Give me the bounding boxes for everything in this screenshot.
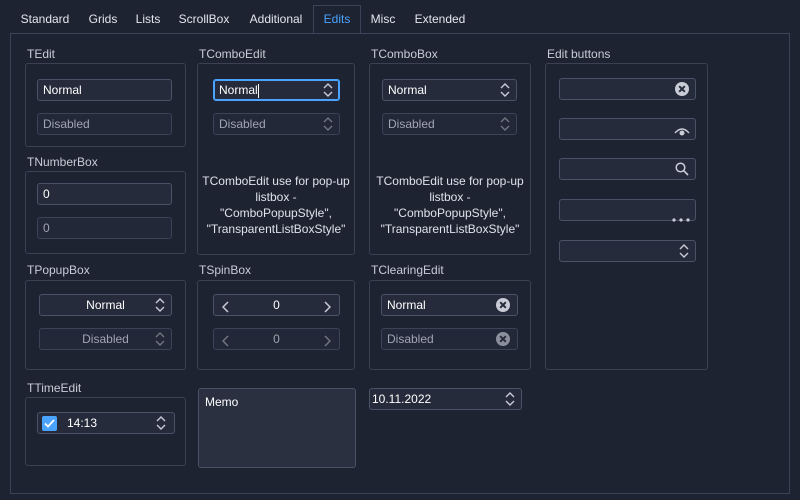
tab-scrollbox[interactable]: ScrollBox bbox=[170, 6, 238, 33]
comboedit-disabled-value: Disabled bbox=[219, 117, 266, 131]
combobox-disabled: Disabled bbox=[382, 113, 517, 135]
tedit-normal-input[interactable]: Normal bbox=[37, 79, 172, 101]
updown-icon[interactable] bbox=[323, 83, 333, 97]
updown-icon bbox=[323, 117, 333, 131]
clearingedit-normal-input[interactable]: Normal bbox=[381, 294, 518, 316]
combobox-normal[interactable]: Normal bbox=[382, 79, 517, 101]
password-eye-icon[interactable] bbox=[674, 123, 690, 143]
search-icon[interactable] bbox=[675, 162, 689, 182]
tedit-disabled-input: Disabled bbox=[37, 113, 172, 135]
hint-line: listbox - bbox=[255, 190, 297, 204]
clear-icon[interactable] bbox=[675, 82, 689, 96]
hint-line: listbox - bbox=[429, 190, 471, 204]
tcomboedit-label: TComboEdit bbox=[199, 47, 266, 61]
clearingedit-disabled-input: Disabled bbox=[381, 328, 518, 350]
clear-icon bbox=[496, 332, 510, 346]
memo[interactable]: Memo bbox=[198, 388, 356, 468]
hint-line: "ComboPopupStyle", bbox=[220, 206, 332, 220]
checkbox-check-icon[interactable] bbox=[42, 416, 57, 431]
updown-icon[interactable] bbox=[505, 392, 515, 406]
timeedit-input[interactable]: 14:13 bbox=[37, 412, 175, 434]
comboedit-normal-value: Normal bbox=[219, 83, 258, 97]
hint-line: TComboEdit use for pop-up bbox=[376, 174, 524, 188]
edit-with-clear-button[interactable] bbox=[559, 78, 696, 100]
chevron-right-icon bbox=[323, 333, 332, 353]
spinbox-value: 0 bbox=[273, 298, 280, 312]
tab-edits[interactable]: Edits bbox=[313, 5, 361, 34]
combobox-disabled-value: Disabled bbox=[388, 117, 435, 131]
clear-icon[interactable] bbox=[496, 298, 510, 312]
tspinbox-label: TSpinBox bbox=[199, 263, 252, 277]
popupbox-disabled: Disabled bbox=[39, 328, 172, 350]
updown-icon bbox=[500, 117, 510, 131]
comboedit-hint: TComboEdit use for pop-up listbox - "Com… bbox=[198, 173, 354, 237]
hint-line: TComboEdit use for pop-up bbox=[202, 174, 350, 188]
numberbox-disabled-input: 0 bbox=[37, 217, 172, 239]
tab-bar: Standard Grids Lists ScrollBox Additiona… bbox=[0, 0, 800, 34]
ttimeedit-label: TTimeEdit bbox=[27, 381, 82, 395]
comboedit-normal-input[interactable]: Normal bbox=[213, 79, 340, 101]
updown-icon[interactable] bbox=[156, 416, 166, 430]
popupbox-normal[interactable]: Normal bbox=[39, 294, 172, 316]
tclearingedit-label: TClearingEdit bbox=[371, 263, 444, 277]
date-edit[interactable]: 10.11.2022 bbox=[369, 388, 522, 410]
popupbox-normal-label: Normal bbox=[86, 298, 125, 312]
combobox-hint: TComboEdit use for pop-up listbox - "Com… bbox=[370, 173, 530, 237]
tcombobox-label: TComboBox bbox=[371, 47, 438, 61]
tedit-label: TEdit bbox=[27, 47, 56, 61]
comboedit-disabled-input: Disabled bbox=[213, 113, 340, 135]
tab-grids[interactable]: Grids bbox=[80, 6, 126, 33]
combobox-normal-value: Normal bbox=[388, 83, 427, 97]
hint-line: "ComboPopupStyle", bbox=[394, 206, 506, 220]
tab-additional[interactable]: Additional bbox=[240, 6, 312, 33]
editbuttons-label: Edit buttons bbox=[547, 47, 611, 61]
clearingedit-disabled-value: Disabled bbox=[387, 332, 434, 346]
popupbox-disabled-label: Disabled bbox=[82, 332, 129, 346]
edit-with-updown-button[interactable] bbox=[559, 240, 696, 262]
edit-with-ellipsis-button[interactable] bbox=[559, 199, 696, 222]
tnumberbox-label: TNumberBox bbox=[27, 155, 98, 169]
tpopupbox-label: TPopupBox bbox=[27, 263, 90, 277]
chevron-left-icon bbox=[221, 333, 230, 353]
hint-line: "TransparentListBoxStyle" bbox=[206, 222, 346, 236]
ellipsis-icon[interactable] bbox=[672, 208, 690, 228]
hint-line: "TransparentListBoxStyle" bbox=[380, 222, 520, 236]
timeedit-value: 14:13 bbox=[67, 416, 98, 430]
tab-lists[interactable]: Lists bbox=[128, 6, 168, 33]
clearingedit-normal-value: Normal bbox=[387, 298, 426, 312]
tab-misc[interactable]: Misc bbox=[363, 6, 403, 33]
tab-extended[interactable]: Extended bbox=[405, 6, 475, 33]
updown-icon[interactable] bbox=[679, 244, 689, 258]
updown-icon bbox=[155, 298, 165, 312]
edit-with-search-button[interactable] bbox=[559, 158, 696, 180]
chevron-left-icon[interactable] bbox=[221, 299, 230, 319]
text-caret bbox=[257, 83, 259, 98]
edit-with-password-button[interactable] bbox=[559, 118, 696, 140]
tab-standard[interactable]: Standard bbox=[12, 6, 78, 33]
chevron-right-icon[interactable] bbox=[323, 299, 332, 319]
spinbox-disabled-input: 0 bbox=[213, 328, 340, 350]
spinbox-disabled-value: 0 bbox=[273, 332, 280, 346]
updown-icon bbox=[155, 332, 165, 346]
memo-text: Memo bbox=[205, 395, 239, 409]
updown-icon bbox=[500, 83, 510, 97]
numberbox-input[interactable]: 0 bbox=[37, 183, 172, 205]
date-edit-value: 10.11.2022 bbox=[372, 392, 432, 406]
spinbox-input[interactable]: 0 bbox=[213, 294, 340, 316]
